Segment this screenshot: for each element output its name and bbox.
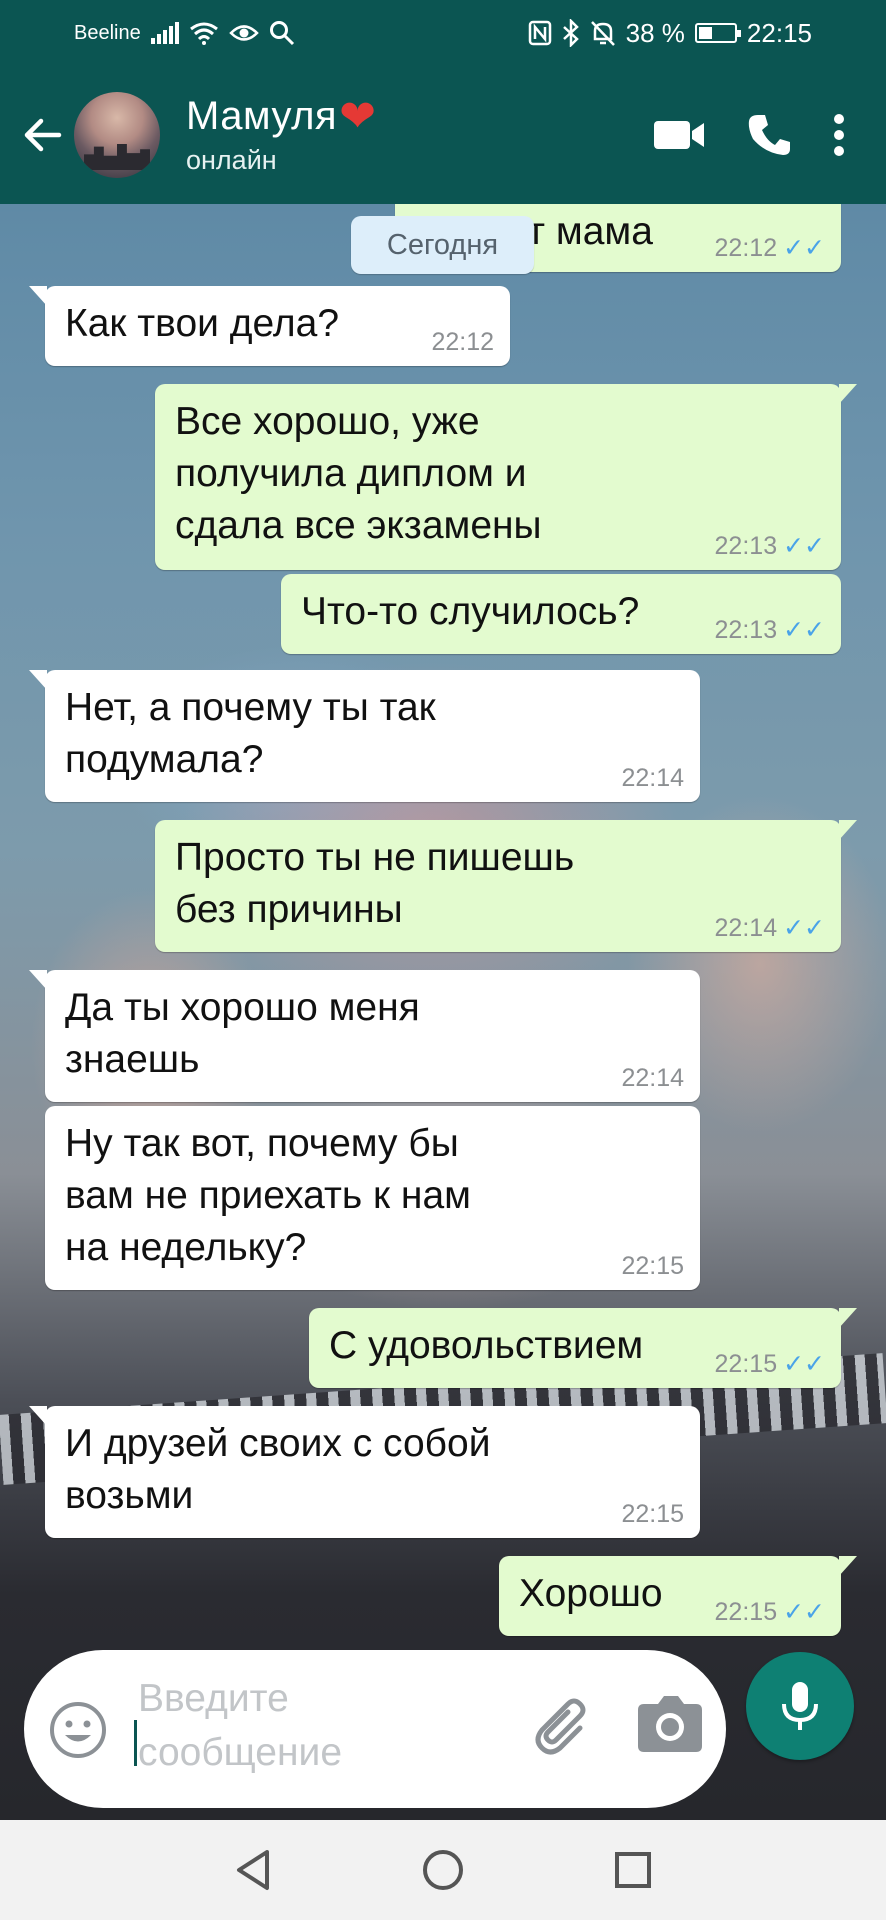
contact-info[interactable]: Мамуля ❤ онлайн — [186, 94, 376, 176]
more-vertical-icon — [834, 114, 844, 156]
voice-record-button[interactable] — [746, 1652, 854, 1760]
text-caret — [134, 1720, 137, 1766]
status-bar: Beeline 38 % 22:15 — [0, 0, 886, 66]
message-meta: 22:14 ✓✓ — [715, 914, 825, 942]
attach-icon — [535, 1698, 586, 1755]
message-meta: 22:15 ✓✓ — [715, 1598, 825, 1626]
message-time: 22:15 — [621, 1500, 684, 1528]
message-bubble[interactable]: Что-то случилось? 22:13 ✓✓ — [281, 574, 841, 654]
message-time: 22:15 — [621, 1252, 684, 1280]
camera-button[interactable] — [634, 1690, 706, 1756]
message-meta: 22:13 ✓✓ — [715, 532, 825, 560]
battery-icon — [694, 23, 741, 43]
phone-icon — [748, 115, 790, 155]
mic-icon — [782, 1682, 818, 1730]
status-time: 22:15 — [746, 17, 812, 48]
message-text: Нет, а почему ты так подумала? — [65, 686, 436, 781]
attach-button[interactable] — [528, 1688, 600, 1760]
message-time: 22:12 — [431, 328, 494, 356]
message-bubble[interactable]: Как твои дела? 22:12 — [29, 286, 510, 366]
more-options-button[interactable] — [814, 95, 864, 175]
date-divider: Сегодня — [351, 216, 534, 274]
read-ticks-icon: ✓✓ — [783, 1598, 825, 1626]
message-bubble[interactable]: С удовольствием 22:15 ✓✓ — [309, 1308, 857, 1388]
read-ticks-icon: ✓✓ — [783, 234, 825, 262]
nav-recents-icon — [615, 1852, 651, 1888]
read-ticks-icon: ✓✓ — [783, 616, 825, 644]
message-time: 22:13 — [714, 616, 778, 644]
back-button[interactable] — [10, 95, 76, 175]
message-text: Просто ты не пишешь без причины — [175, 836, 575, 931]
message-time: 22:14 — [621, 764, 684, 792]
message-time: 22:13 — [714, 532, 778, 560]
message-meta: 22:12 ✓✓ — [715, 234, 825, 262]
wifi-icon — [189, 22, 218, 45]
message-meta: 22:15 — [621, 1252, 684, 1280]
battery-percent: 38 % — [625, 17, 685, 48]
message-text: Как твои дела? — [65, 302, 340, 345]
message-meta: 22:15 — [621, 1500, 684, 1528]
message-text: И друзей своих с собой возьми — [65, 1422, 491, 1517]
message-text: С удовольствием — [329, 1324, 644, 1367]
message-meta: 22:14 — [621, 1064, 684, 1092]
chat-background[interactable]: Привет мама 22:12✓✓ Сегодня Как твои дел… — [0, 204, 886, 1820]
contact-status: онлайн — [186, 145, 277, 175]
message-time: 22:14 — [714, 914, 778, 942]
eye-icon — [228, 25, 259, 41]
chat-header: Мамуля ❤ онлайн — [0, 66, 886, 204]
carrier-label: Beeline — [74, 21, 141, 44]
read-ticks-icon: ✓✓ — [783, 914, 825, 942]
message-text: Что-то случилось? — [301, 590, 640, 633]
read-ticks-icon: ✓✓ — [783, 532, 825, 560]
message-meta: 22:15 ✓✓ — [715, 1350, 825, 1378]
message-text: Хорошо — [519, 1572, 663, 1615]
nfc-icon — [528, 20, 551, 46]
message-bubble[interactable]: Все хорошо, уже получила диплом и сдала … — [155, 384, 857, 570]
message-text: Да ты хорошо меня знаешь — [65, 986, 420, 1081]
camera-icon — [638, 1696, 702, 1752]
signal-icon — [150, 22, 179, 44]
heart-icon: ❤ — [339, 91, 377, 141]
message-time: 22:14 — [621, 1064, 684, 1092]
message-input[interactable]: Введите сообщение — [138, 1672, 438, 1780]
video-call-button[interactable] — [634, 95, 724, 175]
message-text: Ну так вот, почему бы вам не приехать к … — [65, 1122, 471, 1269]
message-time: 22:15 — [714, 1598, 778, 1626]
message-meta: 22:14 — [621, 764, 684, 792]
search-icon — [269, 21, 294, 46]
back-arrow-icon — [24, 118, 62, 152]
mute-icon — [590, 21, 615, 46]
video-call-icon — [654, 121, 704, 149]
message-bubble[interactable]: И друзей своих с собой возьми 22:15 — [29, 1406, 700, 1538]
message-composer: Введите сообщение — [24, 1650, 726, 1808]
message-text: Все хорошо, уже получила диплом и сдала … — [175, 400, 542, 547]
nav-home-icon — [423, 1850, 463, 1890]
message-time: 22:15 — [714, 1350, 778, 1378]
nav-back-icon — [237, 1850, 269, 1890]
system-nav-bar — [0, 1820, 886, 1920]
voice-call-button[interactable] — [724, 95, 814, 175]
message-bubble[interactable]: Да ты хорошо меня знаешь 22:14 — [29, 970, 700, 1102]
nav-back-button[interactable] — [223, 1840, 283, 1900]
bluetooth-icon — [562, 19, 579, 47]
message-bubble[interactable]: Ну так вот, почему бы вам не приехать к … — [45, 1106, 700, 1290]
emoji-icon — [50, 1702, 106, 1758]
message-bubble[interactable]: Нет, а почему ты так подумала? 22:14 — [29, 670, 700, 802]
nav-recents-button[interactable] — [603, 1840, 663, 1900]
read-ticks-icon: ✓✓ — [783, 1350, 825, 1378]
avatar[interactable] — [74, 92, 160, 178]
message-meta: 22:13 ✓✓ — [715, 616, 825, 644]
emoji-button[interactable] — [48, 1700, 108, 1760]
message-bubble[interactable]: Хорошо 22:15 ✓✓ — [499, 1556, 857, 1636]
contact-name-row: Мамуля ❤ — [186, 94, 376, 139]
nav-home-button[interactable] — [413, 1840, 473, 1900]
message-bubble[interactable]: Просто ты не пишешь без причины 22:14 ✓✓ — [155, 820, 857, 952]
message-time: 22:12 — [714, 234, 778, 262]
contact-name: Мамуля — [186, 94, 338, 138]
message-meta: 22:12 — [431, 328, 494, 356]
